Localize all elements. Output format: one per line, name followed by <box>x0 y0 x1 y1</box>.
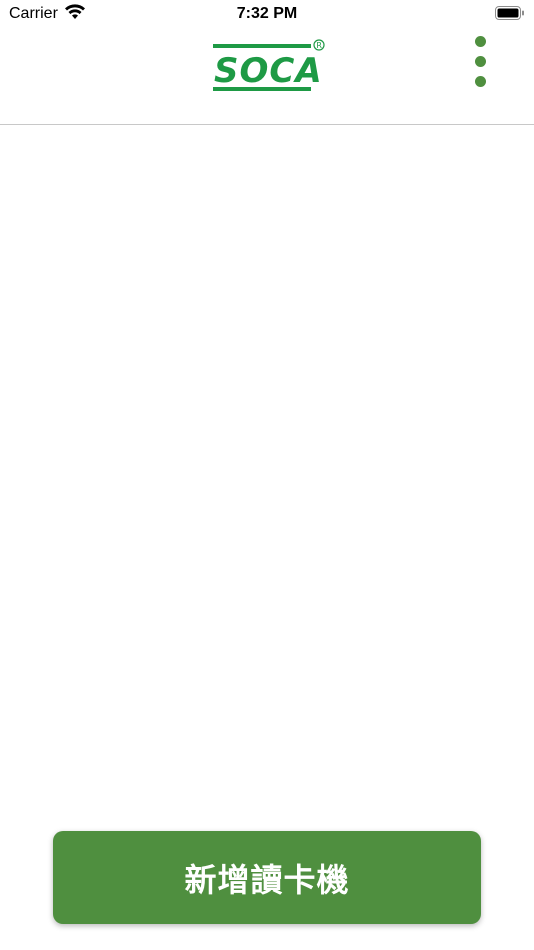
clock-time: 7:32 PM <box>236 5 298 22</box>
status-bar: Carrier 7:32 PM <box>0 0 534 28</box>
more-vertical-icon <box>475 36 486 47</box>
more-vertical-icon <box>475 56 486 67</box>
soca-logo: SOCA R <box>213 39 325 91</box>
app-header: SOCA R <box>0 28 534 125</box>
svg-text:R: R <box>316 41 322 50</box>
add-card-reader-button[interactable]: 新增讀卡機 <box>53 831 481 924</box>
more-vertical-icon <box>475 76 486 87</box>
svg-text:SOCA: SOCA <box>214 51 323 91</box>
reader-list-area <box>0 125 534 825</box>
battery-icon <box>495 6 524 20</box>
more-menu-button[interactable] <box>468 34 492 94</box>
